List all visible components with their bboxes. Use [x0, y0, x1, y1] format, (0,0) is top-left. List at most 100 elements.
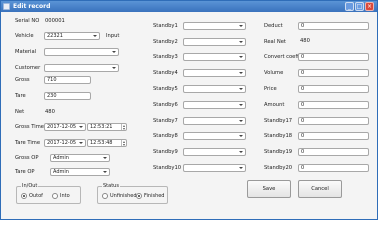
chevron-down-icon: [239, 25, 243, 27]
titlebar: Edit record _ □ ×: [1, 1, 377, 12]
tare-date-picker[interactable]: 2017-12-05: [44, 139, 86, 147]
deduct-input[interactable]: 0: [298, 22, 369, 30]
standby8-combo[interactable]: [183, 132, 246, 140]
tare-op-combo[interactable]: Admin: [50, 168, 110, 176]
customer-label: Customer: [15, 65, 41, 71]
chevron-down-icon: [93, 35, 97, 37]
standby9-label: Standby9: [153, 149, 178, 155]
vehicle-input-label: Input: [106, 33, 120, 39]
unfinished-label: Unfinished: [110, 193, 137, 199]
standby4-label: Standby4: [153, 70, 178, 76]
save-button[interactable]: Save: [247, 180, 291, 198]
chevron-down-icon: [239, 151, 243, 153]
standby1-label: Standby1: [153, 23, 178, 29]
tare-time-spinner[interactable]: 12:53:48: [87, 139, 127, 147]
chevron-down-icon: [79, 126, 83, 128]
standby1-combo[interactable]: [183, 22, 246, 30]
standby7-combo[interactable]: [183, 117, 246, 125]
chevron-down-icon: [103, 157, 107, 159]
amount-input[interactable]: 0: [298, 101, 369, 109]
spinner-icon[interactable]: [121, 140, 126, 146]
tare-date-value: 2017-12-05: [47, 140, 77, 146]
chevron-down-icon: [112, 67, 116, 69]
tare-time-value: 12:53:48: [90, 140, 113, 146]
tare-input[interactable]: 230: [44, 92, 91, 100]
edit-record-window: Edit record _ □ × Serial NO 000001 Vehic…: [0, 0, 378, 220]
chevron-down-icon: [103, 171, 107, 173]
close-icon[interactable]: ×: [365, 2, 374, 11]
chevron-down-icon: [239, 56, 243, 58]
standby20-input[interactable]: 0: [298, 164, 369, 172]
into-radio[interactable]: [52, 193, 58, 199]
in-out-title: In/Out: [21, 183, 39, 189]
standby10-label: Standby10: [153, 165, 182, 171]
standby2-combo[interactable]: [183, 38, 246, 46]
chevron-down-icon: [239, 120, 243, 122]
outof-radio[interactable]: [21, 193, 27, 199]
chevron-down-icon: [239, 167, 243, 169]
deduct-label: Deduct: [264, 23, 283, 29]
chevron-down-icon: [239, 41, 243, 43]
material-combo[interactable]: [44, 48, 119, 56]
volume-input[interactable]: 0: [298, 69, 369, 77]
convert-coefficient-input[interactable]: 0: [298, 53, 369, 61]
tare-op-value: Admin: [53, 169, 69, 175]
volume-label: Volume: [264, 70, 284, 76]
gross-input[interactable]: 710: [44, 76, 91, 84]
standby4-combo[interactable]: [183, 69, 246, 77]
window-title: Edit record: [13, 3, 51, 10]
net-label: Net: [15, 109, 25, 115]
standby18-label: Standby18: [264, 133, 293, 139]
finished-radio[interactable]: [136, 193, 142, 199]
vehicle-combo[interactable]: 22321: [44, 32, 100, 40]
material-label: Material: [15, 49, 37, 55]
gross-op-value: Admin: [53, 155, 69, 161]
real-net-value: 480: [300, 38, 310, 44]
customer-combo[interactable]: [44, 64, 119, 72]
amount-label: Amount: [264, 102, 285, 108]
standby19-input[interactable]: 0: [298, 148, 369, 156]
standby10-combo[interactable]: [183, 164, 246, 172]
gross-time-label: Gross Time: [15, 124, 44, 130]
standby6-combo[interactable]: [183, 101, 246, 109]
outof-label: Outof: [29, 193, 43, 199]
standby7-label: Standby7: [153, 118, 178, 124]
status-group: Status Unfinished Finished: [97, 183, 168, 204]
standby18-input[interactable]: 0: [298, 132, 369, 140]
gross-date-picker[interactable]: 2017-12-05: [44, 123, 86, 131]
standby5-label: Standby5: [153, 86, 178, 92]
standby9-combo[interactable]: [183, 148, 246, 156]
app-icon: [3, 3, 10, 10]
gross-time-spinner[interactable]: 12:53:21: [87, 123, 127, 131]
finished-label: Finished: [144, 193, 165, 199]
maximize-icon[interactable]: □: [355, 2, 364, 11]
price-input[interactable]: 0: [298, 85, 369, 93]
standby8-label: Standby8: [153, 133, 178, 139]
standby20-label: Standby20: [264, 165, 293, 171]
chevron-down-icon: [79, 142, 83, 144]
gross-label: Gross: [15, 77, 30, 83]
chevron-down-icon: [239, 104, 243, 106]
gross-date-value: 2017-12-05: [47, 124, 77, 130]
vehicle-value: 22321: [47, 33, 63, 39]
vehicle-label: Vehicle: [15, 33, 34, 39]
in-out-group: In/Out Outof Into: [16, 183, 81, 204]
net-value: 480: [45, 109, 55, 115]
minimize-icon[interactable]: _: [345, 2, 354, 11]
standby2-label: Standby2: [153, 39, 178, 45]
standby3-combo[interactable]: [183, 53, 246, 61]
standby17-input[interactable]: 0: [298, 117, 369, 125]
chevron-down-icon: [239, 88, 243, 90]
status-title: Status: [102, 183, 120, 189]
standby3-label: Standby3: [153, 54, 178, 60]
gross-op-combo[interactable]: Admin: [50, 154, 110, 162]
form-content: Serial NO 000001 Vehicle 22321 Input Mat…: [1, 12, 377, 219]
chevron-down-icon: [112, 51, 116, 53]
spinner-icon[interactable]: [121, 124, 126, 130]
standby5-combo[interactable]: [183, 85, 246, 93]
chevron-down-icon: [239, 72, 243, 74]
tare-time-label: Tare Time: [15, 140, 41, 146]
gross-op-label: Gross OP: [15, 155, 39, 161]
cancel-button[interactable]: Cancel: [298, 180, 342, 198]
unfinished-radio[interactable]: [102, 193, 108, 199]
